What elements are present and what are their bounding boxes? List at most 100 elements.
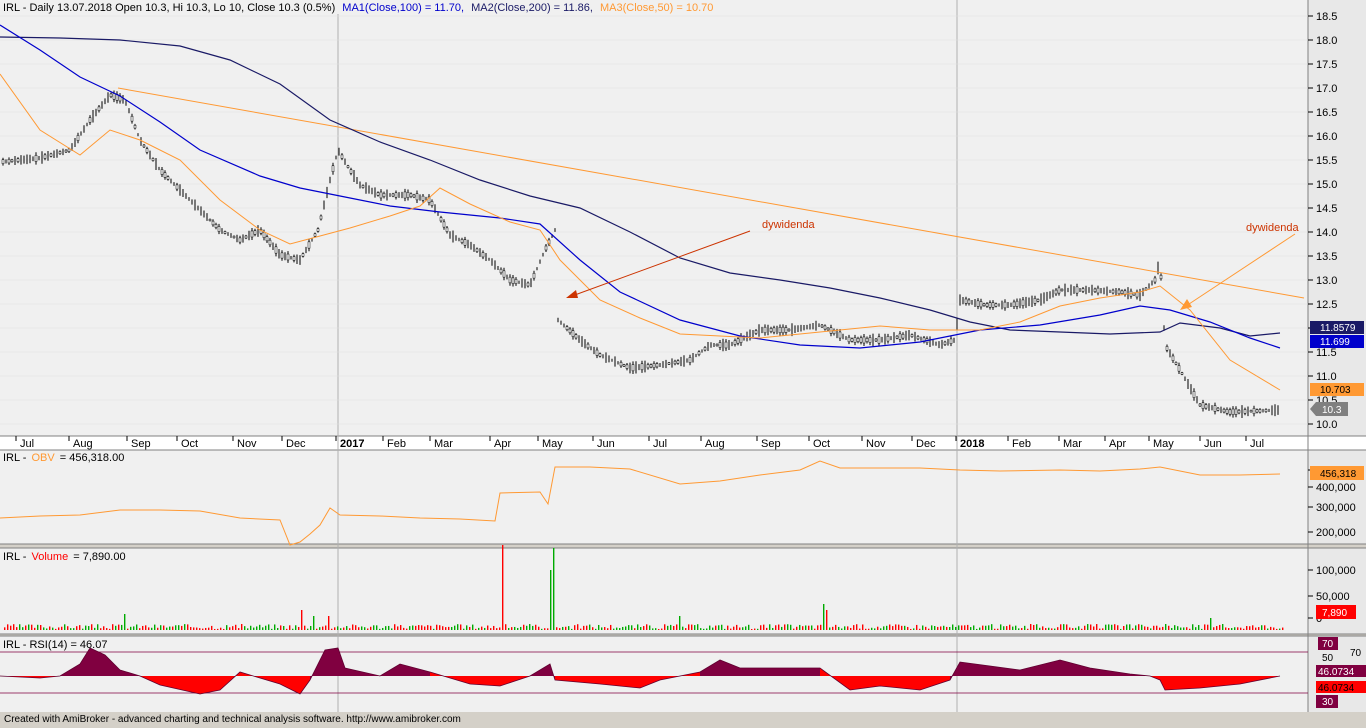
volume-bar[interactable] <box>604 627 606 630</box>
volume-bar[interactable] <box>889 624 891 630</box>
volume-bar[interactable] <box>439 625 441 630</box>
volume-bar[interactable] <box>1069 627 1071 630</box>
volume-bar[interactable] <box>1204 624 1206 630</box>
volume-bar[interactable] <box>79 625 81 630</box>
volume-bar[interactable] <box>1090 624 1092 630</box>
volume-bar[interactable] <box>706 628 708 630</box>
volume-bar[interactable] <box>1048 627 1050 630</box>
volume-bar[interactable] <box>217 628 219 630</box>
candle-body[interactable] <box>76 135 80 141</box>
candle-body[interactable] <box>718 342 722 348</box>
candle-body[interactable] <box>877 336 881 344</box>
volume-bar[interactable] <box>133 626 135 630</box>
volume-bar[interactable] <box>214 628 216 630</box>
volume-bar[interactable] <box>925 626 927 630</box>
volume-bar[interactable] <box>742 627 744 630</box>
candle-body[interactable] <box>736 338 740 344</box>
candle-body[interactable] <box>64 149 68 153</box>
candle-body[interactable] <box>976 300 980 307</box>
volume-bar[interactable] <box>370 626 372 630</box>
volume-bar[interactable] <box>46 628 48 630</box>
volume-bar[interactable] <box>493 625 495 630</box>
volume-bar[interactable] <box>373 625 375 630</box>
volume-bar[interactable] <box>337 626 339 630</box>
volume-bar[interactable] <box>601 627 603 630</box>
volume-bar[interactable] <box>1249 626 1251 630</box>
volume-bar[interactable] <box>517 627 519 630</box>
volume-bar[interactable] <box>1066 624 1068 630</box>
volume-bar[interactable] <box>1183 627 1185 630</box>
volume-bar[interactable] <box>877 626 879 630</box>
volume-bar[interactable] <box>664 624 666 630</box>
volume-bar[interactable] <box>850 627 852 630</box>
candle-body[interactable] <box>112 93 116 100</box>
volume-bar[interactable] <box>52 627 54 630</box>
volume-bar[interactable] <box>1078 626 1080 630</box>
volume-bar[interactable] <box>238 628 240 630</box>
candle-body[interactable] <box>868 337 872 343</box>
volume-bar[interactable] <box>1246 626 1248 630</box>
volume-bar[interactable] <box>1189 628 1191 630</box>
volume-bar[interactable] <box>1036 624 1038 630</box>
volume-bar[interactable] <box>289 625 291 630</box>
volume-bar[interactable] <box>1264 625 1266 630</box>
candle-body[interactable] <box>964 298 968 304</box>
volume-bar[interactable] <box>1081 628 1083 630</box>
volume-bar[interactable] <box>625 626 627 630</box>
candle-body[interactable] <box>778 326 782 334</box>
volume-bar[interactable] <box>283 626 285 630</box>
volume-bar[interactable] <box>412 625 414 630</box>
candle-body[interactable] <box>463 239 467 246</box>
volume-bar[interactable] <box>223 628 225 630</box>
volume-bar[interactable] <box>106 628 108 630</box>
volume-bar[interactable] <box>937 626 939 630</box>
candle-body[interactable] <box>301 253 305 257</box>
volume-bar[interactable] <box>1102 628 1104 630</box>
volume-bar[interactable] <box>754 628 756 630</box>
volume-bar[interactable] <box>655 628 657 630</box>
volume-bar[interactable] <box>760 625 762 630</box>
candle-body[interactable] <box>34 155 38 162</box>
volume-bar[interactable] <box>769 624 771 630</box>
volume-bar[interactable] <box>118 624 120 630</box>
volume-bar[interactable] <box>385 626 387 630</box>
candle-body[interactable] <box>859 337 863 343</box>
volume-bar[interactable] <box>1174 625 1176 630</box>
volume-bar[interactable] <box>268 624 270 630</box>
volume-bar[interactable] <box>253 627 255 630</box>
volume-bar[interactable] <box>676 624 678 630</box>
volume-bar[interactable] <box>643 626 645 630</box>
volume-bar[interactable] <box>19 624 21 630</box>
volume-bar[interactable] <box>607 628 609 630</box>
volume-bar[interactable] <box>1054 628 1056 630</box>
volume-bar[interactable] <box>1219 624 1221 630</box>
volume-bar[interactable] <box>196 627 198 630</box>
candle-body[interactable] <box>481 252 485 258</box>
candle-body[interactable] <box>1036 299 1040 302</box>
volume-bar[interactable] <box>988 625 990 630</box>
candle-body[interactable] <box>331 165 335 172</box>
volume-bar[interactable] <box>913 628 915 630</box>
volume-bar[interactable] <box>193 627 195 630</box>
volume-bar[interactable] <box>1039 627 1041 630</box>
volume-bar[interactable] <box>262 627 264 630</box>
candle-body[interactable] <box>823 325 827 330</box>
candle-body[interactable] <box>733 340 737 345</box>
volume-bar[interactable] <box>904 625 906 630</box>
volume-pane-bg[interactable] <box>0 548 1308 634</box>
volume-bar[interactable] <box>1111 624 1113 630</box>
volume-bar[interactable] <box>76 626 78 630</box>
chart-canvas[interactable]: dywidenda dywidenda IRL - Daily 13.07.20… <box>0 0 1366 712</box>
candle-body[interactable] <box>595 349 599 356</box>
volume-bar[interactable] <box>31 624 33 630</box>
candle-body[interactable] <box>460 239 464 243</box>
volume-bar[interactable] <box>658 628 660 630</box>
volume-bar[interactable] <box>847 626 849 630</box>
candle-body[interactable] <box>238 237 242 243</box>
candle-body[interactable] <box>754 330 758 334</box>
volume-bar[interactable] <box>832 626 834 630</box>
volume-bar[interactable] <box>1186 627 1188 630</box>
candle-body[interactable] <box>985 303 989 307</box>
candle-body[interactable] <box>286 253 290 261</box>
volume-bar[interactable] <box>1162 626 1164 630</box>
